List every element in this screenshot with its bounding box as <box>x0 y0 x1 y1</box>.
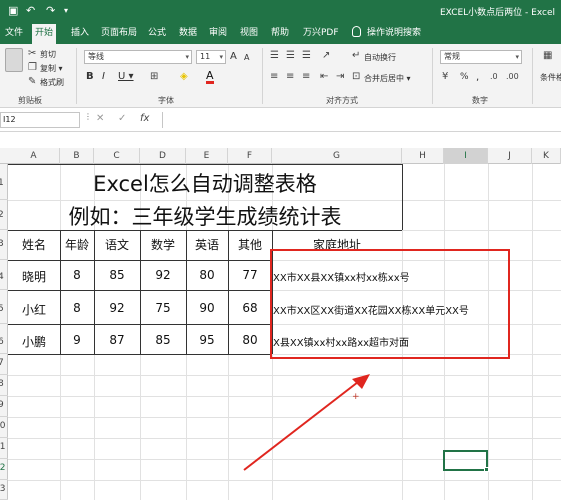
annotation-arrow <box>243 374 370 471</box>
fill-handle[interactable] <box>484 467 489 472</box>
arrow-shaft <box>243 381 359 471</box>
selected-cell[interactable] <box>443 450 489 472</box>
cursor-icon: + <box>352 392 360 402</box>
arrow-head <box>352 374 370 389</box>
